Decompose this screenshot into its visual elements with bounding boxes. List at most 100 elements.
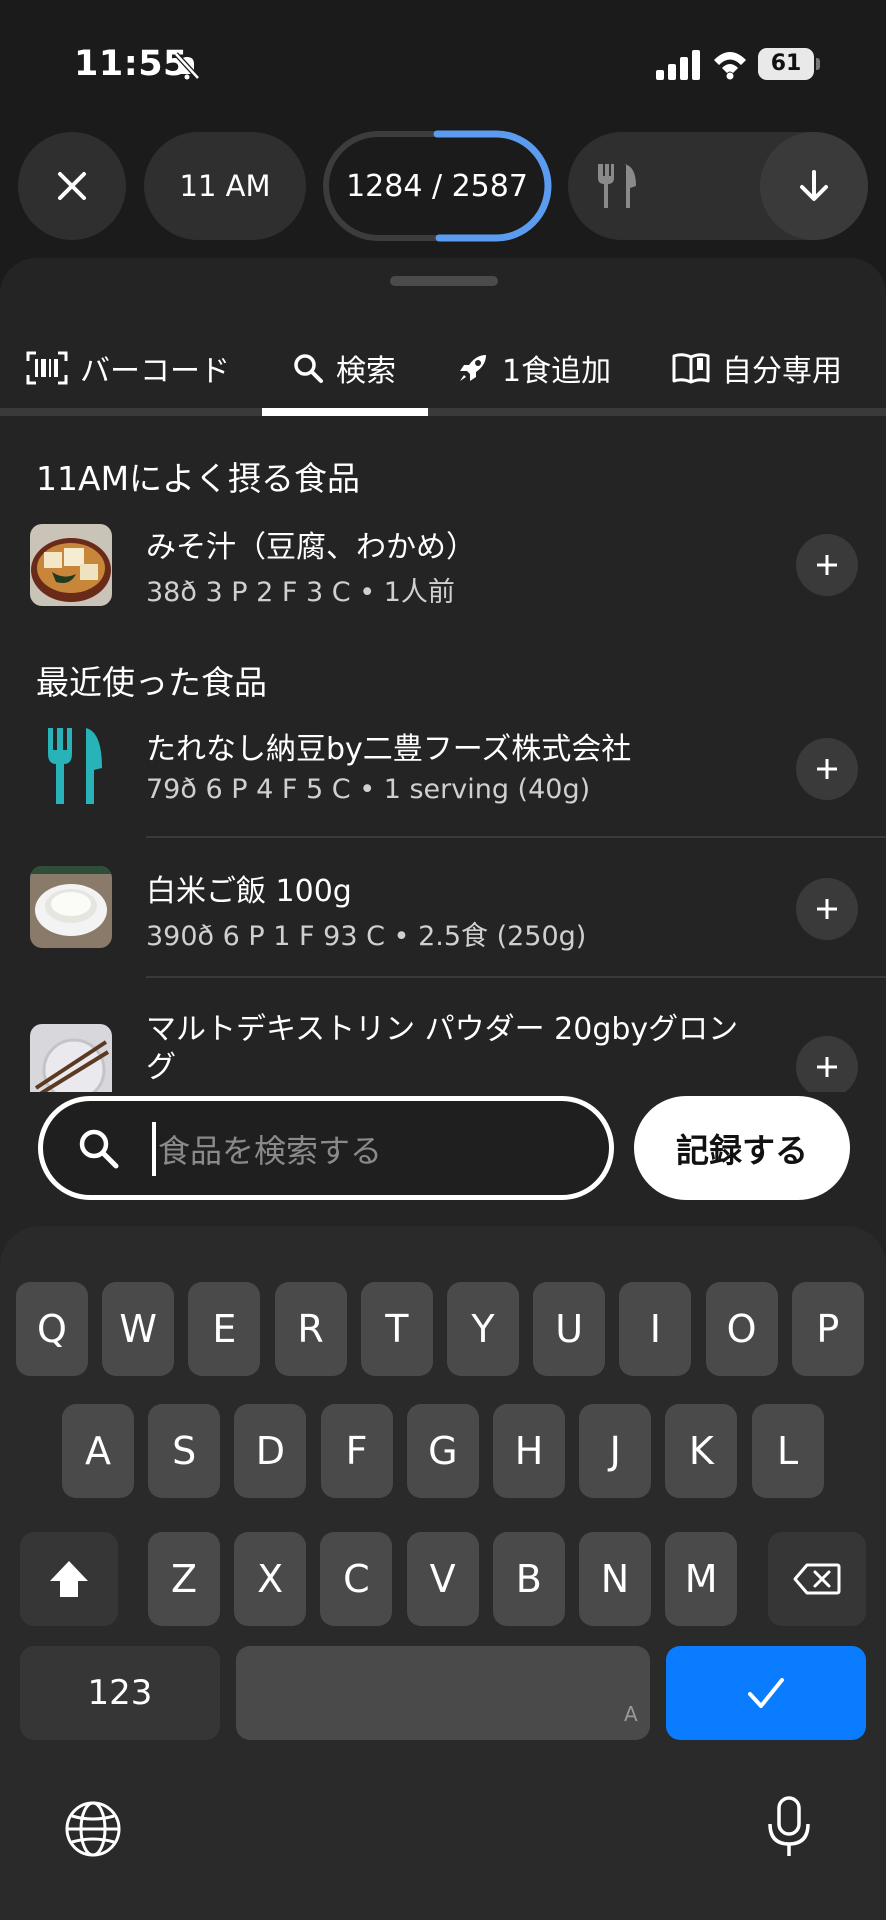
key-u[interactable]: U [533,1282,606,1376]
key-k[interactable]: K [665,1404,738,1498]
search-icon [79,1129,119,1169]
food-name: みそ汁（豆腐、わかめ） [146,530,476,565]
done-key[interactable] [666,1646,866,1740]
food-kcal: 390 [146,921,198,952]
bell-muted-icon [174,52,200,80]
key-m[interactable]: M [665,1532,738,1626]
food-serving: 1人前 [383,577,455,608]
backspace-key[interactable] [768,1532,866,1626]
frequent-foods-title: 11AMによく摂る食品 [36,459,361,498]
record-button[interactable]: 記録する [634,1096,850,1200]
list-item[interactable]: みそ汁（豆腐、わかめ） 38ð 3 P 2 F 3 C • 1人前 [0,520,886,620]
key-y[interactable]: Y [447,1282,519,1376]
key-q[interactable]: Q [16,1282,88,1376]
key-v[interactable]: V [406,1532,479,1626]
shift-key[interactable] [20,1532,118,1626]
flame-icon: ð [180,774,197,805]
flame-icon: ð [197,921,215,952]
fork-knife-icon [598,164,636,208]
food-name: たれなし納豆by二豊フーズ株式会社 [146,732,632,767]
food-nutrition: 38ð 3 P 2 F 3 C • 1人前 [146,577,455,608]
food-name-continued: グ [146,1050,176,1085]
battery-indicator: 61 [758,48,820,80]
key-d[interactable]: D [234,1404,307,1498]
tab-label: バーコード [80,354,230,389]
key-t[interactable]: T [360,1282,433,1376]
key-a[interactable]: A [62,1404,134,1498]
food-macros: 6 P 1 F 93 C [222,921,385,952]
meal-time-button[interactable]: 11 AM [144,132,306,240]
rocket-icon [460,355,486,381]
key-j[interactable]: J [579,1404,652,1498]
tab-barcode[interactable]: バーコード [26,328,230,408]
plus-icon [817,759,837,779]
close-button[interactable] [18,132,126,240]
key-h[interactable]: H [493,1404,565,1498]
rice-thumbnail [30,866,112,948]
list-divider [146,836,886,838]
tab-label: 自分専用 [722,354,842,389]
close-icon [58,172,86,200]
checkmark-icon [748,1678,784,1708]
search-placeholder: 食品を検索する [158,1132,383,1170]
key-e[interactable]: E [188,1282,261,1376]
list-divider [146,976,886,978]
add-food-button[interactable] [796,738,858,800]
tab-divider [0,408,886,416]
space-hint: A [624,1702,638,1726]
add-food-button[interactable] [796,534,858,596]
food-nutrition: 79ð 6 P 4 F 5 C • 1 serving (40g) [146,774,591,805]
tab-quick-add[interactable]: 1食追加 [456,328,611,408]
key-p[interactable]: P [791,1282,864,1376]
tab-search[interactable]: 検索 [292,328,396,408]
food-nutrition: 390ð 6 P 1 F 93 C • 2.5食 (250g) [146,921,587,952]
plus-icon [817,1057,837,1077]
key-w[interactable]: W [102,1282,175,1376]
add-food-button[interactable] [796,878,858,940]
key-c[interactable]: C [320,1532,393,1626]
key-o[interactable]: O [705,1282,778,1376]
tab-bar: バーコード 検索 1食追加 自分専用 [0,328,886,416]
space-key[interactable] [236,1646,650,1740]
flame-icon: ð [180,577,197,608]
tab-my-foods[interactable]: 自分専用 [672,328,842,408]
collapse-button[interactable] [760,132,868,240]
add-food-button[interactable] [796,1036,858,1092]
globe-key[interactable] [64,1800,122,1858]
key-z[interactable]: Z [148,1532,220,1626]
key-i[interactable]: I [619,1282,692,1376]
food-kcal: 38 [146,577,181,608]
dictation-key[interactable] [766,1796,812,1860]
key-l[interactable]: L [751,1404,824,1498]
plus-icon [817,555,837,575]
wifi-icon [714,52,746,80]
cellular-signal-icon [656,50,700,80]
key-b[interactable]: B [492,1532,565,1626]
sheet-grab-handle[interactable] [390,276,498,286]
food-kcal: 79 [146,774,181,805]
shift-icon [50,1561,88,1597]
list-item[interactable]: たれなし納豆by二豊フーズ株式会社 79ð 6 P 4 F 5 C • 1 se… [0,724,886,834]
utensils-thumbnail [30,724,112,806]
arrow-down-icon [800,170,828,201]
list-item[interactable]: 白米ご飯 100g 390ð 6 P 1 F 93 C • 2.5食 (250g… [0,862,886,972]
numbers-key[interactable]: 123 [20,1646,220,1740]
food-macros: 6 P 4 F 5 C [205,774,351,805]
status-time: 11:55 [74,44,188,84]
search-icon [294,354,323,383]
globe-icon [65,1801,121,1857]
plus-icon [817,899,837,919]
food-name: マルトデキストリン パウダー 20gbyグロン [146,1012,739,1047]
chopsticks-thumbnail [30,1024,112,1092]
miso-soup-thumbnail [30,524,112,606]
key-f[interactable]: F [320,1404,393,1498]
microphone-icon [768,1796,810,1856]
tab-label: 1食追加 [502,354,612,389]
key-s[interactable]: S [148,1404,221,1498]
key-g[interactable]: G [406,1404,479,1498]
key-n[interactable]: N [579,1532,651,1626]
key-x[interactable]: X [234,1532,307,1626]
key-r[interactable]: R [274,1282,347,1376]
active-tab-indicator [262,408,428,416]
list-item[interactable]: マルトデキストリン パウダー 20gbyグロン グ [0,1002,886,1092]
